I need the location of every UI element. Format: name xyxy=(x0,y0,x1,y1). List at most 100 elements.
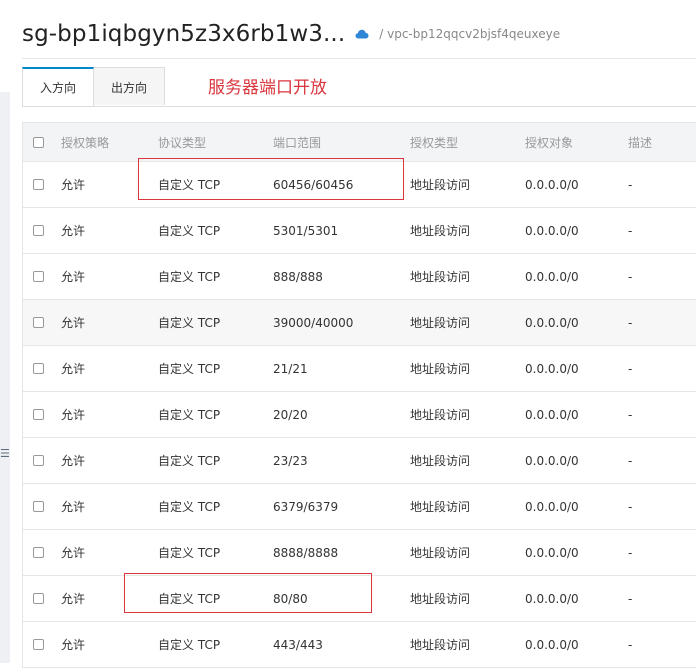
select-all-checkbox[interactable] xyxy=(33,136,44,148)
policy-cell: 允许 xyxy=(61,408,86,422)
tab-inbound[interactable]: 入方向 xyxy=(22,67,95,107)
auth-target-cell: 0.0.0.0/0 xyxy=(525,453,579,468)
protocol-cell: 自定义 TCP xyxy=(158,500,221,514)
row-checkbox[interactable] xyxy=(33,455,44,466)
page-title: sg-bp1iqbgyn5z3x6rb1w3... xyxy=(22,21,346,47)
row-checkbox[interactable] xyxy=(33,271,44,282)
protocol-cell: 自定义 TCP xyxy=(158,224,221,238)
table-row: 允许 自定义 TCP 39000/40000 地址段访问 0.0.0.0/0 - xyxy=(23,300,696,346)
protocol-cell: 自定义 TCP xyxy=(158,592,221,606)
auth-target-cell: 0.0.0.0/0 xyxy=(525,361,579,376)
protocol-cell: 自定义 TCP xyxy=(158,178,221,192)
protocol-cell: 自定义 TCP xyxy=(158,454,221,468)
port-range-cell: 23/23 xyxy=(273,453,308,468)
page-header: sg-bp1iqbgyn5z3x6rb1w3... / vpc-bp12qqcv… xyxy=(22,14,560,54)
port-range-cell: 888/888 xyxy=(273,269,323,284)
table-header: 授权策略 协议类型 端口范围 授权类型 授权对象 描述 xyxy=(23,122,696,162)
table-row: 允许 自定义 TCP 21/21 地址段访问 0.0.0.0/0 - xyxy=(23,346,696,392)
policy-cell: 允许 xyxy=(61,316,86,330)
port-range-cell: 8888/8888 xyxy=(273,545,339,560)
description-cell: - xyxy=(628,545,633,560)
port-range-cell: 5301/5301 xyxy=(273,223,339,238)
table-row: 允许 自定义 TCP 8888/8888 地址段访问 0.0.0.0/0 - xyxy=(23,530,696,576)
vpc-id: / vpc-bp12qqcv2bjsf4qeuxeye xyxy=(379,27,561,41)
table-row: 允许 自定义 TCP 60456/60456 地址段访问 0.0.0.0/0 - xyxy=(23,162,696,208)
row-checkbox[interactable] xyxy=(33,179,44,190)
column-header-description: 描述 xyxy=(628,135,653,150)
auth-type-cell: 地址段访问 xyxy=(410,546,471,560)
description-cell: - xyxy=(628,269,633,284)
description-cell: - xyxy=(628,223,633,238)
security-group-rules-table: 授权策略 协议类型 端口范围 授权类型 授权对象 描述 允许 自定义 TCP 6… xyxy=(22,122,696,668)
port-range-cell: 21/21 xyxy=(273,361,308,376)
port-range-cell: 6379/6379 xyxy=(273,499,339,514)
policy-cell: 允许 xyxy=(61,362,86,376)
auth-type-cell: 地址段访问 xyxy=(410,362,471,376)
protocol-cell: 自定义 TCP xyxy=(158,316,221,330)
tab-outbound[interactable]: 出方向 xyxy=(94,67,166,105)
table-row: 允许 自定义 TCP 6379/6379 地址段访问 0.0.0.0/0 - xyxy=(23,484,696,530)
tabs-divider xyxy=(22,106,696,107)
port-range-cell: 443/443 xyxy=(273,637,323,652)
port-range-cell: 20/20 xyxy=(273,407,308,422)
row-checkbox[interactable] xyxy=(33,363,44,374)
row-checkbox[interactable] xyxy=(33,409,44,420)
protocol-cell: 自定义 TCP xyxy=(158,270,221,284)
column-header-auth-target: 授权对象 xyxy=(525,135,574,150)
policy-cell: 允许 xyxy=(61,224,86,238)
auth-target-cell: 0.0.0.0/0 xyxy=(525,591,579,606)
auth-type-cell: 地址段访问 xyxy=(410,638,471,652)
description-cell: - xyxy=(628,637,633,652)
description-cell: - xyxy=(628,315,633,330)
row-checkbox[interactable] xyxy=(33,593,44,604)
menu-icon[interactable]: ☰ xyxy=(0,448,10,460)
auth-type-cell: 地址段访问 xyxy=(410,316,471,330)
policy-cell: 允许 xyxy=(61,546,86,560)
description-cell: - xyxy=(628,499,633,514)
auth-target-cell: 0.0.0.0/0 xyxy=(525,315,579,330)
column-header-auth-type: 授权类型 xyxy=(410,135,459,150)
auth-target-cell: 0.0.0.0/0 xyxy=(525,637,579,652)
port-range-cell: 80/80 xyxy=(273,591,308,606)
protocol-cell: 自定义 TCP xyxy=(158,408,221,422)
port-range-cell: 39000/40000 xyxy=(273,315,354,330)
auth-type-cell: 地址段访问 xyxy=(410,178,471,192)
auth-target-cell: 0.0.0.0/0 xyxy=(525,499,579,514)
row-checkbox[interactable] xyxy=(33,317,44,328)
auth-target-cell: 0.0.0.0/0 xyxy=(525,177,579,192)
policy-cell: 允许 xyxy=(61,270,86,284)
direction-tabs: 入方向 出方向 xyxy=(22,67,166,107)
description-cell: - xyxy=(628,407,633,422)
auth-target-cell: 0.0.0.0/0 xyxy=(525,545,579,560)
policy-cell: 允许 xyxy=(61,454,86,468)
auth-target-cell: 0.0.0.0/0 xyxy=(525,269,579,284)
description-cell: - xyxy=(628,591,633,606)
auth-type-cell: 地址段访问 xyxy=(410,270,471,284)
description-cell: - xyxy=(628,177,633,192)
auth-target-cell: 0.0.0.0/0 xyxy=(525,407,579,422)
table-row: 允许 自定义 TCP 20/20 地址段访问 0.0.0.0/0 - xyxy=(23,392,696,438)
column-header-port-range: 端口范围 xyxy=(273,135,322,150)
description-cell: - xyxy=(628,361,633,376)
auth-type-cell: 地址段访问 xyxy=(410,592,471,606)
auth-type-cell: 地址段访问 xyxy=(410,500,471,514)
description-cell: - xyxy=(628,453,633,468)
auth-type-cell: 地址段访问 xyxy=(410,454,471,468)
auth-type-cell: 地址段访问 xyxy=(410,408,471,422)
auth-target-cell: 0.0.0.0/0 xyxy=(525,223,579,238)
protocol-cell: 自定义 TCP xyxy=(158,638,221,652)
policy-cell: 允许 xyxy=(61,178,86,192)
policy-cell: 允许 xyxy=(61,638,86,652)
policy-cell: 允许 xyxy=(61,592,86,606)
column-header-policy: 授权策略 xyxy=(61,135,110,150)
cloud-icon[interactable] xyxy=(355,29,369,39)
auth-type-cell: 地址段访问 xyxy=(410,224,471,238)
row-checkbox[interactable] xyxy=(33,501,44,512)
table-row: 允许 自定义 TCP 443/443 地址段访问 0.0.0.0/0 - xyxy=(23,622,696,668)
protocol-cell: 自定义 TCP xyxy=(158,362,221,376)
row-checkbox[interactable] xyxy=(33,639,44,650)
table-row: 允许 自定义 TCP 80/80 地址段访问 0.0.0.0/0 - xyxy=(23,576,696,622)
policy-cell: 允许 xyxy=(61,500,86,514)
row-checkbox[interactable] xyxy=(33,225,44,236)
row-checkbox[interactable] xyxy=(33,547,44,558)
